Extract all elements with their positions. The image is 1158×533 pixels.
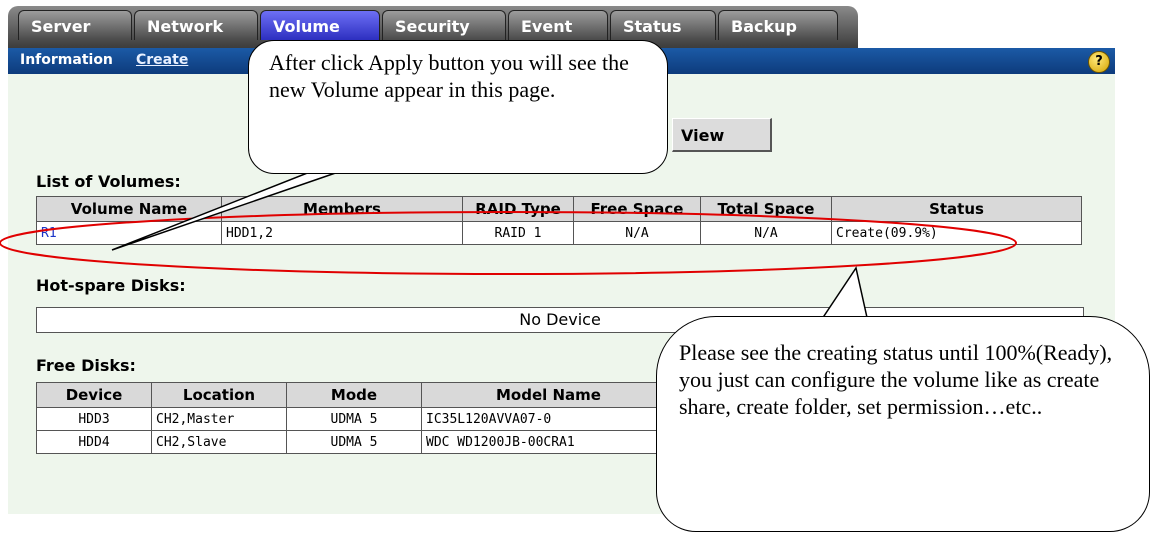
apply-callout: After click Apply button you will see th…	[248, 40, 668, 174]
col-volume-name: Volume Name	[36, 196, 222, 222]
subnav-information[interactable]: Information	[20, 52, 113, 68]
volumes-table: Volume Name Members RAID Type Free Space…	[36, 196, 1082, 245]
col-mode: Mode	[286, 382, 422, 408]
col-model-name: Model Name	[421, 382, 676, 408]
col-raid-type: RAID Type	[462, 196, 574, 222]
volume-free-space: N/A	[573, 221, 701, 245]
volumes-heading: List of Volumes:	[36, 172, 181, 191]
col-device: Device	[36, 382, 152, 408]
table-row: R1 HDD1,2 RAID 1 N/A N/A Create(09.9%)	[36, 221, 1082, 245]
volume-name-link[interactable]: R1	[36, 221, 222, 245]
tab-status[interactable]: Status	[610, 10, 716, 40]
disk-model: IC35L120AVVA07-0	[421, 407, 676, 431]
tab-network[interactable]: Network	[134, 10, 258, 40]
disk-device: HDD3	[36, 407, 152, 431]
table-row: HDD3 CH2,Master UDMA 5 IC35L120AVVA07-0	[36, 407, 676, 431]
disk-model: WDC WD1200JB-00CRA1	[421, 430, 676, 454]
col-status: Status	[831, 196, 1082, 222]
status-callout: Please see the creating status until 100…	[656, 316, 1150, 532]
tab-server[interactable]: Server	[18, 10, 132, 40]
tab-security[interactable]: Security	[382, 10, 506, 40]
volume-status: Create(09.9%)	[831, 221, 1082, 245]
disk-device: HDD4	[36, 430, 152, 454]
subnav-create[interactable]: Create	[136, 52, 188, 68]
freedisks-heading: Free Disks:	[36, 356, 136, 375]
tab-volume[interactable]: Volume	[260, 10, 380, 40]
volume-raid-type: RAID 1	[462, 221, 574, 245]
table-row: HDD4 CH2,Slave UDMA 5 WDC WD1200JB-00CRA…	[36, 430, 676, 454]
disk-location: CH2,Slave	[151, 430, 287, 454]
disk-mode: UDMA 5	[286, 407, 422, 431]
tab-backup[interactable]: Backup	[718, 10, 838, 40]
free-disks-table: Device Location Mode Model Name HDD3 CH2…	[36, 382, 676, 454]
col-total-space: Total Space	[700, 196, 832, 222]
view-button[interactable]: View	[672, 118, 772, 152]
disk-location: CH2,Master	[151, 407, 287, 431]
help-icon[interactable]: ?	[1088, 51, 1110, 73]
volume-members: HDD1,2	[221, 221, 463, 245]
col-members: Members	[221, 196, 463, 222]
col-location: Location	[151, 382, 287, 408]
disk-mode: UDMA 5	[286, 430, 422, 454]
volume-total-space: N/A	[700, 221, 832, 245]
tab-event[interactable]: Event	[508, 10, 608, 40]
hotspare-heading: Hot-spare Disks:	[36, 276, 186, 295]
col-free-space: Free Space	[573, 196, 701, 222]
